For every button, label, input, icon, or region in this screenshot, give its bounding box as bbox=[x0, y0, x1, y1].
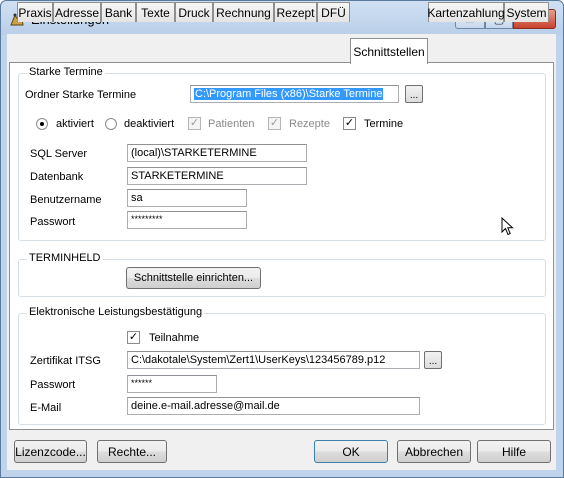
mouse-cursor-icon bbox=[501, 217, 514, 236]
lizenzcode-button[interactable]: Lizenzcode... bbox=[14, 440, 87, 463]
checkbox-rezepte-label: Rezepte bbox=[289, 118, 330, 130]
group-title-starke-termine: Starke Termine bbox=[27, 66, 105, 78]
ok-button[interactable]: OK bbox=[314, 440, 388, 463]
passwort-input[interactable]: ********* bbox=[127, 211, 247, 229]
schnittstelle-einrichten-button[interactable]: Schnittstelle einrichten... bbox=[126, 267, 261, 289]
tab-schnittstellen[interactable]: Schnittstellen bbox=[350, 38, 428, 64]
checkbox-patienten-label: Patienten bbox=[208, 118, 255, 130]
checkmark-icon: ✓ bbox=[128, 331, 139, 343]
tab-rechnung[interactable]: Rechnung bbox=[213, 2, 274, 22]
hilfe-button[interactable]: Hilfe bbox=[477, 440, 551, 463]
tab-druck[interactable]: Druck bbox=[175, 2, 213, 22]
checkmark-icon: ✓ bbox=[189, 117, 200, 129]
checkbox-patienten[interactable]: ✓ bbox=[188, 117, 201, 130]
group-title-leistungsbestaetigung: Elektronische Leistungsbestätigung bbox=[27, 306, 205, 318]
group-terminheld: TERMINHELD bbox=[18, 252, 546, 297]
email-input[interactable]: deine.e-mail.adresse@mail.de bbox=[127, 397, 420, 415]
zertifikat-input[interactable]: C:\dakotale\System\Zert1\UserKeys\123456… bbox=[127, 351, 420, 369]
checkmark-icon: ✓ bbox=[344, 117, 355, 129]
checkbox-rezepte[interactable]: ✓ bbox=[268, 117, 281, 130]
rechte-button[interactable]: Rechte... bbox=[97, 440, 167, 463]
radio-aktiviert[interactable] bbox=[36, 118, 48, 130]
tab-texte[interactable]: Texte bbox=[136, 2, 175, 22]
radio-deaktiviert[interactable] bbox=[105, 118, 117, 130]
elb-passwort-input[interactable]: ****** bbox=[127, 375, 217, 393]
tab-bank[interactable]: Bank bbox=[101, 2, 136, 22]
email-label: E-Mail bbox=[30, 402, 62, 414]
tab-system[interactable]: System bbox=[504, 2, 549, 22]
elb-passwort-label: Passwort bbox=[30, 379, 76, 391]
datenbank-label: Datenbank bbox=[30, 171, 84, 183]
abbrechen-button[interactable]: Abbrechen bbox=[397, 440, 471, 463]
checkbox-teilnahme[interactable]: ✓ bbox=[127, 331, 140, 344]
checkbox-termine-label: Termine bbox=[364, 118, 404, 130]
tab-kartenzahlung[interactable]: Kartenzahlung bbox=[427, 2, 505, 22]
passwort-label: Passwort bbox=[30, 216, 76, 228]
radio-deaktiviert-label: deaktiviert bbox=[124, 118, 175, 130]
zertifikat-browse-button[interactable]: ... bbox=[424, 351, 442, 369]
tab-rezept[interactable]: Rezept bbox=[274, 2, 317, 22]
ordner-browse-button[interactable]: ... bbox=[405, 85, 423, 103]
checkbox-termine[interactable]: ✓ bbox=[343, 117, 356, 130]
sql-server-label: SQL Server bbox=[30, 148, 88, 160]
zertifikat-label: Zertifikat ITSG bbox=[30, 355, 101, 367]
tab-dfue[interactable]: DFÜ bbox=[317, 2, 350, 22]
sql-server-input[interactable]: (local)\STARKETERMINE bbox=[127, 144, 307, 162]
tab-adresse[interactable]: Adresse bbox=[53, 2, 101, 22]
benutzername-label: Benutzername bbox=[30, 194, 102, 206]
radio-aktiviert-label: aktiviert bbox=[56, 118, 94, 130]
benutzername-input[interactable]: sa bbox=[127, 189, 247, 207]
datenbank-input[interactable]: STARKETERMINE bbox=[127, 167, 307, 185]
tab-praxis[interactable]: Praxis bbox=[17, 2, 53, 22]
ordner-input[interactable]: C:\Program Files (x86)\Starke Termine bbox=[190, 85, 399, 103]
teilnahme-label: Teilnahme bbox=[149, 332, 200, 344]
checkmark-icon: ✓ bbox=[269, 117, 280, 129]
group-title-terminheld: TERMINHELD bbox=[27, 252, 103, 264]
ordner-label: Ordner Starke Termine bbox=[25, 89, 137, 101]
